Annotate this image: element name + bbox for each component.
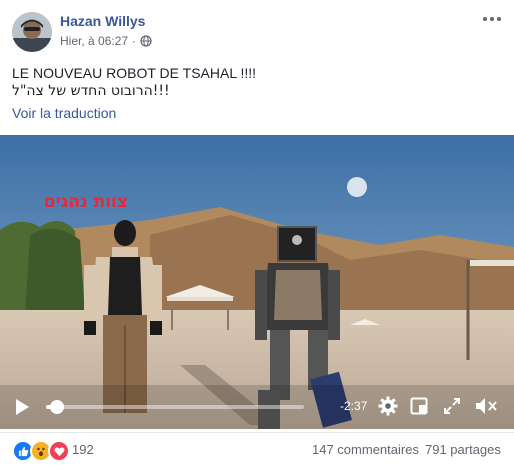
avatar-image: [12, 12, 52, 52]
author-name[interactable]: Hazan Willys: [60, 13, 145, 29]
more-dot-icon: [497, 17, 501, 21]
progress-knob[interactable]: [50, 400, 64, 414]
love-reaction-icon: [48, 440, 70, 462]
video-frame: צוות נהגים: [0, 135, 514, 429]
globe-icon: [140, 35, 152, 47]
more-dot-icon: [483, 17, 487, 21]
author-avatar[interactable]: [12, 12, 52, 52]
settings-icon[interactable]: [378, 396, 398, 416]
progress-bar[interactable]: [46, 400, 304, 414]
video-caption: צוות נהגים: [44, 192, 128, 212]
post-meta: Hier, à 06:27 ·: [60, 34, 152, 48]
play-icon[interactable]: [14, 398, 30, 416]
video-player[interactable]: צוות נהגים -2:37: [0, 135, 514, 429]
fullscreen-icon[interactable]: [443, 397, 461, 415]
post-timestamp[interactable]: Hier, à 06:27: [60, 34, 128, 48]
post-text-line-2: !!!הרובוט החדש של צה"ל: [12, 83, 170, 99]
post-text-line-1: LE NOUVEAU ROBOT DE TSAHAL !!!!: [12, 65, 257, 81]
dot-separator: ·: [132, 34, 137, 48]
reaction-icons[interactable]: [12, 440, 70, 462]
shares-count[interactable]: 791 partages: [425, 442, 501, 457]
volume-muted-icon[interactable]: [474, 396, 498, 416]
comments-count[interactable]: 147 commentaires: [312, 442, 419, 457]
more-options-button[interactable]: [482, 12, 502, 26]
time-remaining: -2:37: [340, 399, 368, 413]
see-translation-link[interactable]: Voir la traduction: [12, 105, 116, 121]
post-card: Hazan Willys Hier, à 06:27 · LE NOUVEAU …: [0, 0, 514, 469]
more-dot-icon: [490, 17, 494, 21]
theater-icon[interactable]: [410, 397, 428, 415]
reaction-count[interactable]: 192: [72, 442, 94, 457]
